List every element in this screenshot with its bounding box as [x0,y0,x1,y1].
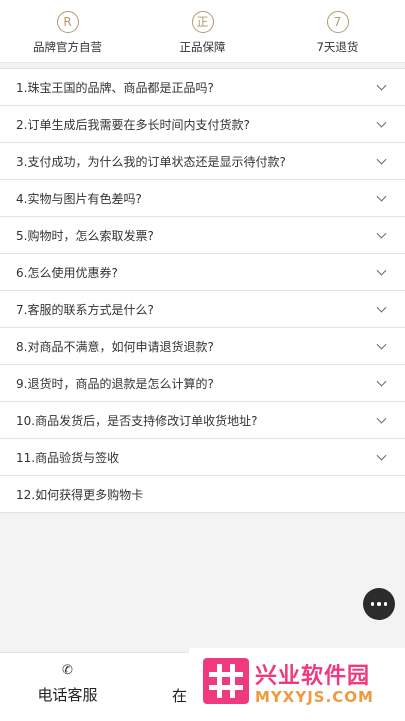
faq-item[interactable]: 8.对商品不满意，如何申请退货退款? [0,328,405,365]
chevron-down-icon [376,191,387,202]
faq-question: 7.客服的联系方式是什么? [16,302,154,317]
genuine-icon: 正 [191,11,214,33]
watermark-title: 兴业软件园 [255,664,371,689]
badge-genuine: 正 正品保障 [135,0,270,62]
more-dots-icon [370,602,375,606]
chevron-down-icon [376,339,387,350]
chevron-down-icon [376,80,387,91]
phone-service-button[interactable]: ✆ 电话客服 [0,653,135,721]
faq-question: 2.订单生成后我需要在多长时间内支付货款? [16,117,250,132]
registered-icon: R [56,11,79,33]
faq-question: 3.支付成功，为什么我的订单状态还是显示待付款? [16,154,286,169]
more-dots-icon [377,602,381,606]
faq-question: 11.商品验货与签收 [16,450,120,465]
chevron-down-icon [376,376,387,387]
badge-label: 正品保障 [179,40,226,54]
faq-item[interactable]: 6.怎么使用优惠券? [0,254,405,291]
faq-item[interactable]: 9.退货时，商品的退款是怎么计算的? [0,365,405,402]
more-dots-icon [383,602,388,606]
chevron-down-icon [376,117,387,128]
faq-question: 12.如何获得更多购物卡 [16,487,144,502]
chevron-down-icon [376,302,387,313]
watermark: 兴业软件园 MYXYJS.COM [189,648,405,720]
online-service-button[interactable]: 在 [172,685,187,706]
faq-question: 1.珠宝王国的品牌、商品都是正品吗? [16,80,214,95]
faq-item[interactable]: 2.订单生成后我需要在多长时间内支付货款? [0,106,405,143]
faq-question: 10.商品发货后，是否支持修改订单收货地址? [16,413,258,428]
watermark-logo-icon [203,658,249,704]
chevron-down-icon [376,265,387,276]
seven-day-icon: 7 [326,11,349,33]
faq-question: 8.对商品不满意，如何申请退货退款? [16,339,214,354]
faq-question: 5.购物时，怎么索取发票? [16,228,154,243]
more-options-button[interactable] [363,588,395,620]
faq-question: 9.退货时，商品的退款是怎么计算的? [16,376,214,391]
badge-return: 7 7天退货 [270,0,405,62]
phone-icon: ✆ [62,663,73,678]
faq-item[interactable]: 4.实物与图片有色差吗? [0,180,405,217]
faq-list: 1.珠宝王国的品牌、商品都是正品吗? 2.订单生成后我需要在多长时间内支付货款?… [0,68,405,513]
faq-item[interactable]: 11.商品验货与签收 [0,439,405,476]
faq-item[interactable]: 3.支付成功，为什么我的订单状态还是显示待付款? [0,143,405,180]
phone-service-label: 电话客服 [37,686,98,704]
faq-item[interactable]: 12.如何获得更多购物卡 [0,476,405,513]
badge-label: 7天退货 [316,40,359,54]
chevron-down-icon [376,228,387,239]
faq-question: 4.实物与图片有色差吗? [16,191,142,206]
faq-item[interactable]: 10.商品发货后，是否支持修改订单收货地址? [0,402,405,439]
watermark-url: MYXYJS.COM [255,688,374,706]
chevron-down-icon [376,450,387,461]
badge-official: R 品牌官方自营 [0,0,135,62]
badge-label: 品牌官方自营 [33,40,102,54]
faq-question: 6.怎么使用优惠券? [16,265,118,280]
service-badges: R 品牌官方自营 正 正品保障 7 7天退货 [0,0,405,63]
faq-item[interactable]: 1.珠宝王国的品牌、商品都是正品吗? [0,69,405,106]
chevron-down-icon [376,154,387,165]
chevron-down-icon [376,413,387,424]
faq-item[interactable]: 5.购物时，怎么索取发票? [0,217,405,254]
faq-item[interactable]: 7.客服的联系方式是什么? [0,291,405,328]
